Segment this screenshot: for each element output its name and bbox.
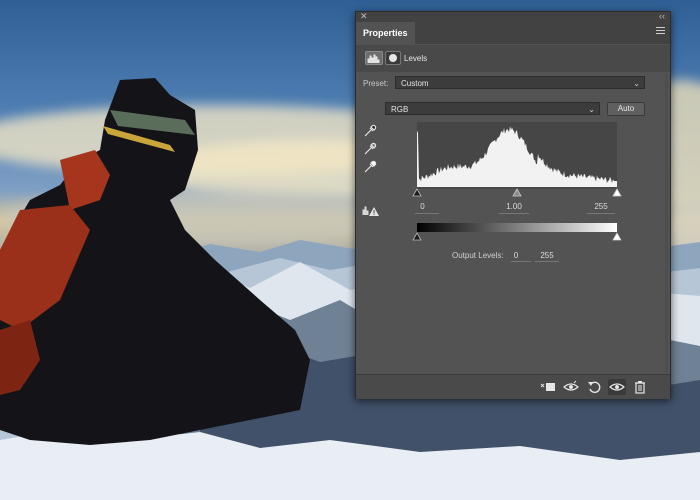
chevron-down-icon: ⌄	[588, 105, 595, 114]
histogram-graph	[417, 126, 617, 187]
input-black-value[interactable]: 0	[415, 202, 430, 211]
chevron-down-icon: ⌄	[633, 79, 640, 88]
output-gradient-bar	[417, 223, 617, 232]
output-slider-track[interactable]	[412, 232, 622, 242]
input-black-handle	[412, 188, 422, 197]
output-levels-label: Output Levels:	[452, 251, 504, 260]
delete-icon[interactable]	[631, 379, 649, 395]
visibility-icon[interactable]	[608, 379, 626, 395]
preset-value: Custom	[401, 79, 429, 88]
close-icon[interactable]: ✕	[360, 11, 368, 22]
panel-tab-bar: Properties	[356, 22, 670, 44]
channel-value: RGB	[391, 105, 409, 114]
input-gamma-handle	[512, 188, 522, 197]
white-point-eyedropper-icon[interactable]	[363, 160, 377, 174]
properties-panel: ✕ ‹‹ Properties Levels Preset: Custom ⌄ …	[355, 11, 671, 399]
output-black-handle	[412, 232, 422, 241]
tab-properties[interactable]: Properties	[356, 22, 415, 44]
adjustment-header: Levels	[356, 45, 670, 72]
output-white-handle	[612, 232, 622, 241]
output-black-value[interactable]: 0	[511, 251, 521, 260]
input-gamma-value[interactable]: 1.00	[499, 202, 529, 211]
panel-title-bar: ✕ ‹‹	[356, 11, 670, 22]
preset-dropdown[interactable]: Custom ⌄	[395, 76, 645, 89]
panel-footer	[356, 374, 670, 399]
view-previous-state-icon[interactable]	[562, 379, 580, 395]
histogram-fill	[417, 126, 617, 187]
levels-adjustment-icon[interactable]	[365, 51, 383, 65]
mask-icon[interactable]	[385, 51, 401, 65]
clip-to-layer-icon[interactable]	[539, 379, 557, 395]
panel-menu-icon[interactable]	[656, 27, 665, 36]
histogram	[417, 122, 617, 187]
reset-icon[interactable]	[585, 379, 603, 395]
black-point-eyedropper-icon[interactable]	[363, 124, 377, 138]
auto-button[interactable]: Auto	[607, 102, 645, 116]
gray-point-eyedropper-icon[interactable]	[363, 142, 377, 156]
clipping-warning-icon[interactable]	[362, 204, 380, 216]
output-white-value[interactable]: 255	[537, 251, 557, 260]
preset-label: Preset:	[363, 79, 389, 88]
input-white-value[interactable]: 255	[591, 202, 611, 211]
channel-dropdown[interactable]: RGB ⌄	[385, 102, 600, 115]
collapse-icon[interactable]: ‹‹	[659, 11, 665, 22]
adjustment-title: Levels	[404, 54, 428, 63]
input-white-handle	[612, 188, 622, 197]
panel-scrollbar[interactable]	[665, 74, 668, 372]
input-slider-track[interactable]	[412, 187, 622, 197]
